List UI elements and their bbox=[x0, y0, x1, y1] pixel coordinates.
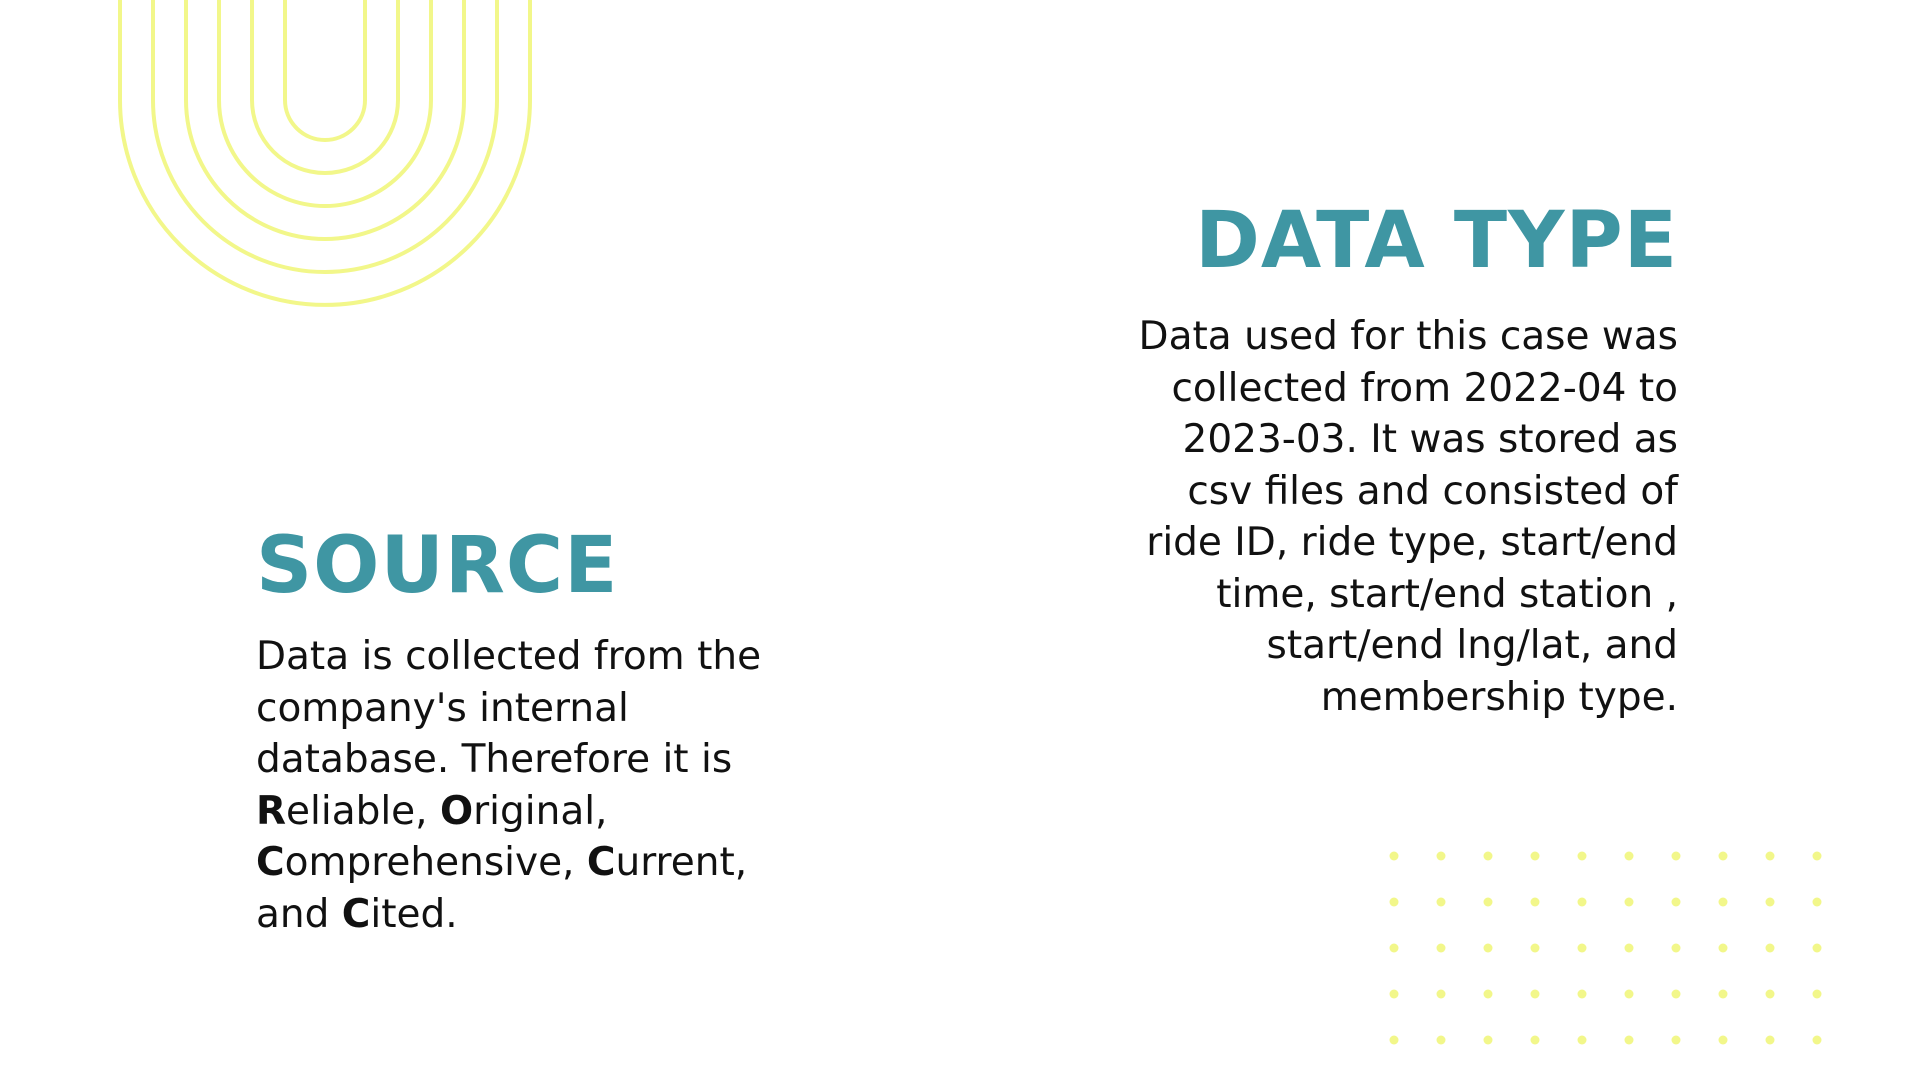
cited-rest: ited. bbox=[370, 891, 458, 937]
grid-dot bbox=[1765, 989, 1775, 999]
grid-dot bbox=[1624, 1035, 1634, 1045]
grid-dot bbox=[1624, 851, 1634, 861]
grid-dot bbox=[1671, 897, 1681, 907]
grid-dot bbox=[1671, 1035, 1681, 1045]
grid-dot bbox=[1765, 1035, 1775, 1045]
reliable-initial: R bbox=[256, 788, 287, 834]
source-line: Comprehensive, Current, bbox=[256, 837, 856, 889]
grid-dot bbox=[1671, 989, 1681, 999]
data-type-description: Data used for this case was collected fr… bbox=[1038, 311, 1678, 723]
grid-dot bbox=[1436, 943, 1446, 953]
grid-dot bbox=[1765, 943, 1775, 953]
arc-ring-0 bbox=[283, 0, 367, 142]
source-heading: SOURCE bbox=[256, 521, 619, 611]
arc-ring-3 bbox=[184, 0, 466, 241]
comprehensive-initial: C bbox=[256, 840, 285, 885]
grid-dot bbox=[1483, 897, 1493, 907]
grid-dot bbox=[1483, 851, 1493, 861]
dot-grid-decoration bbox=[1389, 851, 1822, 1045]
grid-dot bbox=[1765, 897, 1775, 907]
grid-dot bbox=[1389, 851, 1399, 861]
grid-dot bbox=[1812, 943, 1822, 953]
grid-dot bbox=[1624, 897, 1634, 907]
source-line: and Cited. bbox=[256, 889, 856, 941]
grid-dot bbox=[1624, 943, 1634, 953]
data-type-line: collected from 2022-04 to bbox=[1171, 365, 1678, 411]
current-initial: C bbox=[586, 840, 616, 885]
original-initial: O bbox=[439, 788, 474, 834]
grid-dot bbox=[1577, 943, 1587, 953]
grid-dot bbox=[1483, 943, 1493, 953]
grid-dot bbox=[1577, 897, 1587, 907]
data-type-line: ride ID, ride type, start/end bbox=[1146, 520, 1678, 565]
original-rest: riginal, bbox=[473, 788, 608, 834]
arc-ring-4 bbox=[151, 0, 499, 274]
grid-dot bbox=[1812, 989, 1822, 999]
grid-dot bbox=[1483, 1035, 1493, 1045]
grid-dot bbox=[1718, 1035, 1728, 1045]
source-line: Reliable, Original, bbox=[256, 786, 856, 838]
grid-dot bbox=[1577, 989, 1587, 999]
data-type-heading: DATA TYPE bbox=[1195, 196, 1678, 286]
and-prefix: and bbox=[256, 891, 342, 937]
grid-dot bbox=[1389, 1035, 1399, 1045]
data-type-line: Data used for this case was bbox=[1138, 314, 1678, 359]
grid-dot bbox=[1389, 943, 1399, 953]
grid-dot bbox=[1812, 851, 1822, 861]
concentric-arcs-decoration bbox=[118, 0, 532, 307]
grid-dot bbox=[1718, 897, 1728, 907]
grid-dot bbox=[1624, 989, 1634, 999]
arc-ring-1 bbox=[250, 0, 400, 175]
grid-dot bbox=[1718, 851, 1728, 861]
grid-dot bbox=[1718, 989, 1728, 999]
grid-dot bbox=[1436, 989, 1446, 999]
grid-dot bbox=[1530, 989, 1540, 999]
grid-dot bbox=[1718, 943, 1728, 953]
current-rest: urrent, bbox=[615, 840, 748, 885]
reliable-rest: eliable, bbox=[286, 788, 440, 834]
grid-dot bbox=[1436, 851, 1446, 861]
grid-dot bbox=[1765, 851, 1775, 861]
grid-dot bbox=[1812, 1035, 1822, 1045]
grid-dot bbox=[1389, 897, 1399, 907]
grid-dot bbox=[1436, 1035, 1446, 1045]
data-type-line: csv files and consisted of bbox=[1187, 468, 1678, 514]
grid-dot bbox=[1436, 897, 1446, 907]
grid-dot bbox=[1530, 1035, 1540, 1045]
arc-ring-5 bbox=[118, 0, 532, 307]
data-type-line: start/end lng/lat, and bbox=[1266, 623, 1678, 668]
grid-dot bbox=[1812, 897, 1822, 907]
data-type-line: time, start/end station , bbox=[1216, 571, 1678, 617]
grid-dot bbox=[1530, 943, 1540, 953]
data-type-line: membership type. bbox=[1320, 674, 1678, 720]
grid-dot bbox=[1671, 851, 1681, 861]
source-line: company's internal bbox=[256, 685, 629, 731]
source-line: Data is collected from the bbox=[256, 634, 762, 679]
data-type-line: 2023-03. It was stored as bbox=[1182, 417, 1678, 462]
slide: DATA TYPE Data used for this case was co… bbox=[0, 0, 1920, 1080]
grid-dot bbox=[1671, 943, 1681, 953]
grid-dot bbox=[1530, 897, 1540, 907]
grid-dot bbox=[1389, 989, 1399, 999]
cited-initial: C bbox=[341, 891, 371, 937]
source-description: Data is collected from the company's int… bbox=[256, 631, 856, 940]
grid-dot bbox=[1530, 851, 1540, 861]
grid-dot bbox=[1483, 989, 1493, 999]
grid-dot bbox=[1577, 851, 1587, 861]
source-line: database. Therefore it is bbox=[256, 737, 733, 782]
grid-dot bbox=[1577, 1035, 1587, 1045]
comprehensive-rest: omprehensive, bbox=[284, 840, 587, 885]
